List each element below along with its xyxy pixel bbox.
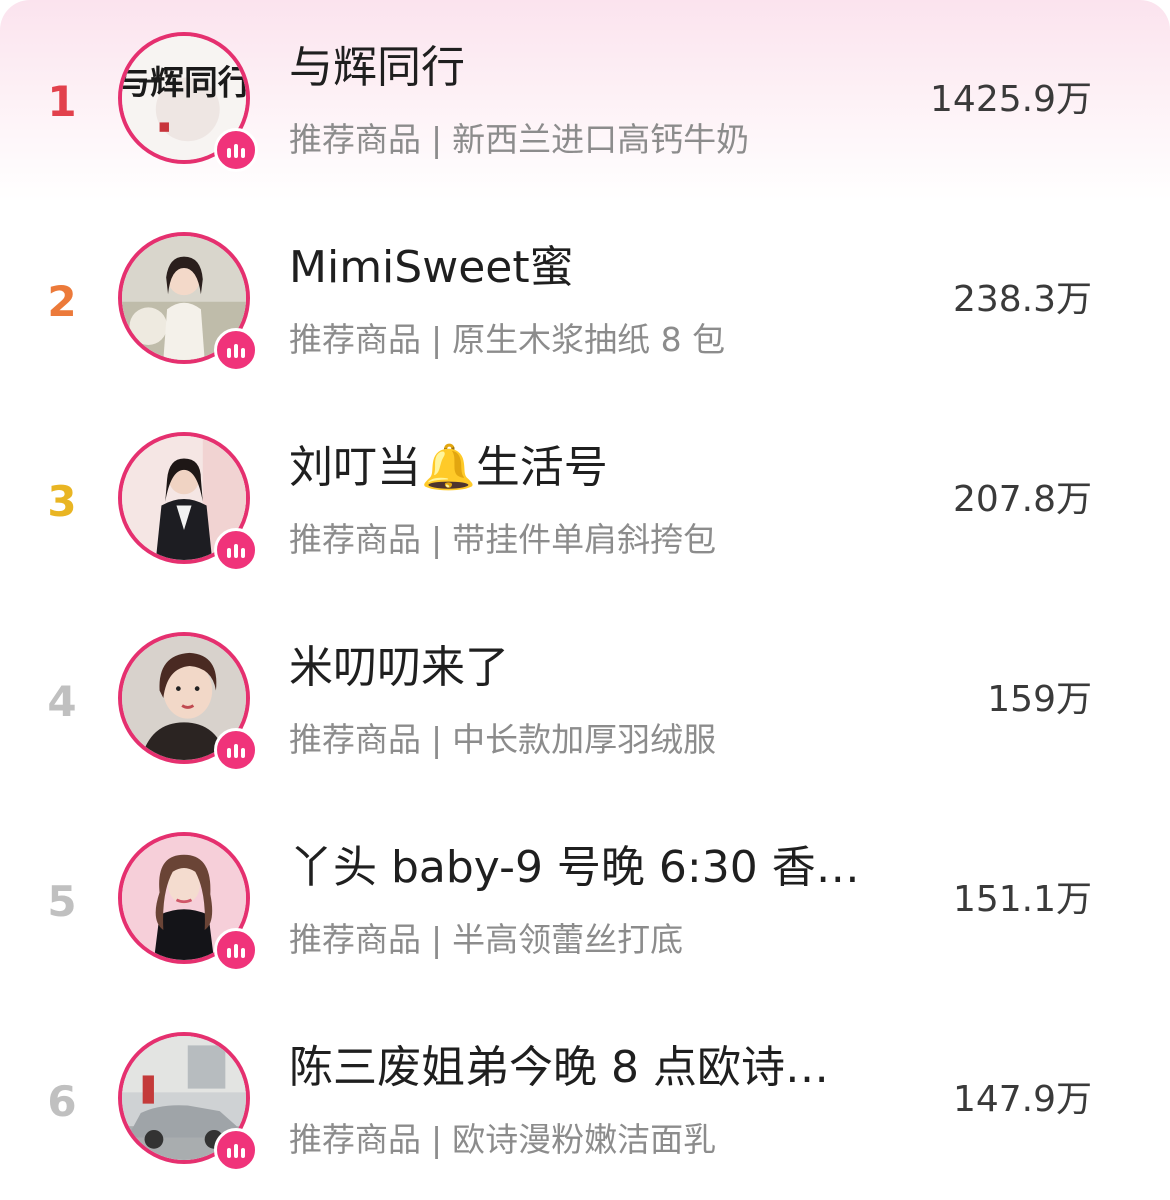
recommended-product: 推荐商品 | 原生木浆抽纸 8 包 — [289, 318, 889, 362]
avatar-container[interactable] — [118, 232, 258, 372]
popularity-value: 238.3万 — [952, 279, 1092, 320]
recommended-product: 推荐商品 | 半高领蕾丝打底 — [289, 918, 889, 962]
list-item[interactable]: 6 陈三废姐弟今晚 8 点欧诗… 推荐商品 | 欧诗漫粉嫩洁面乳 147.9万 — [0, 1000, 1170, 1200]
streamer-name[interactable]: 米叨叨来了 — [289, 640, 859, 696]
live-icon — [214, 928, 258, 972]
list-item[interactable]: 3 刘叮当🔔生活号 推荐商品 | 带挂件单肩斜挎包 207.8万 — [0, 400, 1170, 600]
live-icon — [214, 128, 258, 172]
popularity-value: 147.9万 — [952, 1079, 1092, 1120]
list-item[interactable]: 4 米叨叨来了 推荐商品 | 中长款加厚羽绒服 159万 — [0, 600, 1170, 800]
rank-number: 2 — [47, 277, 77, 326]
rank-number: 1 — [47, 77, 77, 126]
product-name: 原生木浆抽纸 8 包 — [452, 320, 726, 359]
rank-number: 5 — [47, 877, 77, 926]
popularity-value: 207.8万 — [952, 479, 1092, 520]
ranking-list: 1 与辉同行 与辉同行 推荐商品 | 新西兰进口高钙牛奶 1425.9万 2 M… — [0, 0, 1170, 1196]
avatar-container[interactable] — [118, 432, 258, 572]
avatar-calligraphy-text-top: 与辉同行 — [122, 62, 246, 102]
recommended-product: 推荐商品 | 新西兰进口高钙牛奶 — [289, 118, 889, 162]
avatar-container[interactable] — [118, 632, 258, 772]
product-name: 新西兰进口高钙牛奶 — [452, 120, 750, 159]
recommend-label: 推荐商品 — [289, 720, 421, 759]
avatar-container[interactable] — [118, 832, 258, 972]
rank-number: 3 — [47, 477, 77, 526]
recommended-product: 推荐商品 | 带挂件单肩斜挎包 — [289, 518, 889, 562]
live-icon — [214, 728, 258, 772]
streamer-name[interactable]: 陈三废姐弟今晚 8 点欧诗… — [289, 1040, 859, 1096]
streamer-name[interactable]: MimiSweet蜜 — [289, 240, 859, 296]
recommended-product: 推荐商品 | 欧诗漫粉嫩洁面乳 — [289, 1118, 889, 1162]
product-name: 欧诗漫粉嫩洁面乳 — [452, 1120, 717, 1159]
rank-number: 4 — [47, 677, 77, 726]
rank-number: 6 — [47, 1077, 77, 1126]
avatar-container[interactable]: 与辉同行 — [118, 32, 258, 172]
product-name: 中长款加厚羽绒服 — [452, 720, 717, 759]
separator: | — [431, 1120, 443, 1159]
separator: | — [431, 720, 443, 759]
recommend-label: 推荐商品 — [289, 320, 421, 359]
streamer-name[interactable]: 与辉同行 — [289, 40, 859, 96]
recommend-label: 推荐商品 — [289, 120, 421, 159]
live-icon — [214, 528, 258, 572]
separator: | — [431, 120, 443, 159]
avatar-container[interactable] — [118, 1032, 258, 1172]
list-item[interactable]: 1 与辉同行 与辉同行 推荐商品 | 新西兰进口高钙牛奶 1425.9万 — [0, 0, 1170, 200]
popularity-value: 159万 — [987, 679, 1092, 720]
product-name: 半高领蕾丝打底 — [452, 920, 684, 959]
recommend-label: 推荐商品 — [289, 920, 421, 959]
popularity-value: 151.1万 — [952, 879, 1092, 920]
recommend-label: 推荐商品 — [289, 520, 421, 559]
live-icon — [214, 328, 258, 372]
list-item[interactable]: 5 丫头 baby-9 号晚 6:30 香… 推荐商品 | 半高领蕾丝打底 151.… — [0, 800, 1170, 1000]
separator: | — [431, 920, 443, 959]
streamer-name[interactable]: 丫头 baby-9 号晚 6:30 香… — [289, 840, 859, 896]
streamer-name[interactable]: 刘叮当🔔生活号 — [289, 440, 859, 496]
recommended-product: 推荐商品 | 中长款加厚羽绒服 — [289, 718, 889, 762]
separator: | — [431, 520, 443, 559]
live-icon — [214, 1128, 258, 1172]
popularity-value: 1425.9万 — [930, 79, 1092, 120]
separator: | — [431, 320, 443, 359]
recommend-label: 推荐商品 — [289, 1120, 421, 1159]
product-name: 带挂件单肩斜挎包 — [452, 520, 717, 559]
list-item[interactable]: 2 MimiSweet蜜 推荐商品 | 原生木浆抽纸 8 包 238.3万 — [0, 200, 1170, 400]
